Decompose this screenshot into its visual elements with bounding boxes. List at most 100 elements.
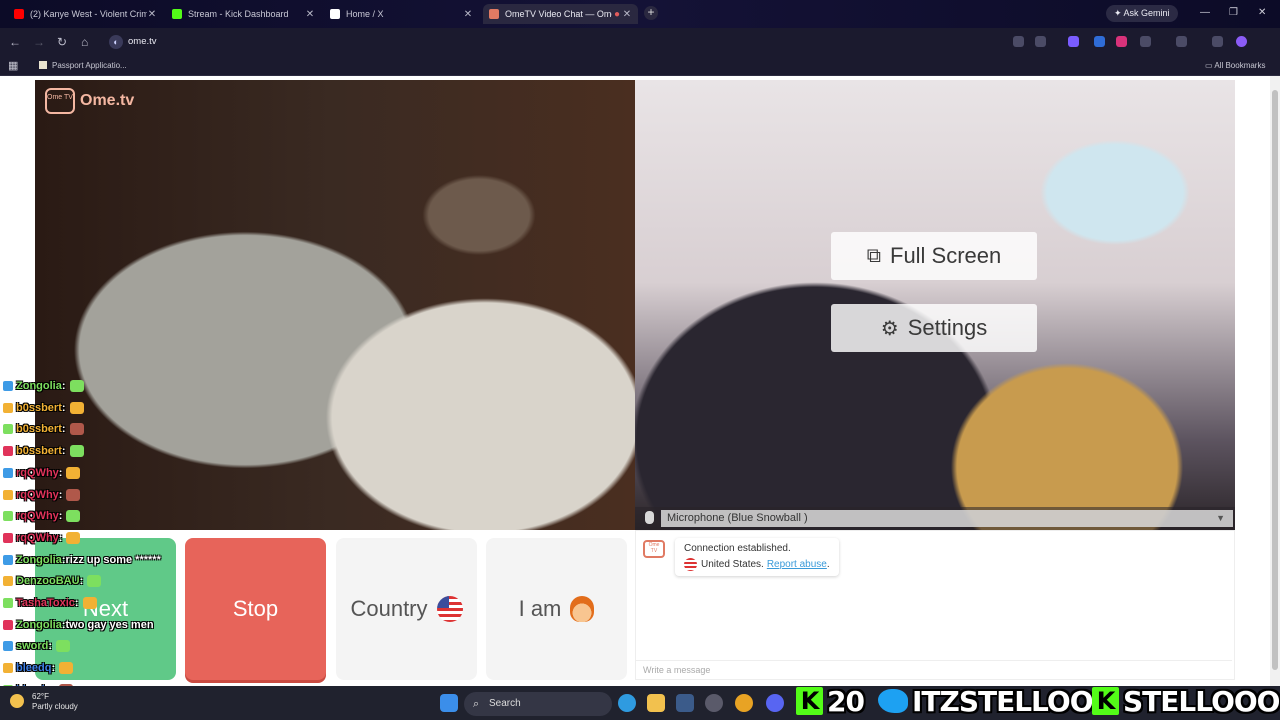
chat-separator: : [58, 489, 63, 501]
tab-youtube[interactable]: (2) Kanye West - Violent Crimes ✕ [8, 4, 163, 24]
chat-username: TashaToxic [16, 597, 75, 609]
edge-icon[interactable] [618, 694, 636, 712]
ometv-logo: Ome TV Ome.tv [45, 88, 134, 114]
chat-username: bleedq [16, 662, 52, 674]
tab-ometv[interactable]: OmeTV Video Chat — Ome ● ✕ [483, 4, 638, 24]
steam-icon[interactable] [676, 694, 694, 712]
all-bookmarks-label: All Bookmarks [1214, 61, 1266, 70]
stream-chat-message: rqQWhy : [3, 467, 81, 479]
file-explorer-icon[interactable] [647, 694, 665, 712]
ometv-chat-icon: Ome TV [643, 540, 665, 558]
message-input[interactable]: Write a message [636, 660, 1232, 678]
close-icon[interactable]: ✕ [147, 9, 157, 20]
user-badge-icon [3, 424, 13, 434]
chat-separator: : [74, 597, 79, 609]
all-bookmarks[interactable]: ▭ All Bookmarks [1205, 61, 1265, 70]
home-icon[interactable]: ⌂ [81, 35, 88, 49]
stream-chat-message: Zongolia : rizz up some ****** [3, 554, 161, 566]
twitter-bird-icon [878, 689, 908, 713]
stranger-video [35, 80, 635, 530]
stream-chat-message: sword : [3, 640, 71, 652]
chat-separator: : [61, 445, 66, 457]
tab-title: OmeTV Video Chat — Ome [505, 9, 612, 19]
close-window-icon[interactable]: ✕ [1258, 7, 1266, 18]
reload-icon[interactable]: ↻ [57, 35, 67, 49]
chat-username: rqQWhy [16, 510, 59, 522]
taskbar-search[interactable]: ⌕ Search [464, 692, 612, 716]
bookmark-label: Passport Applicatio... [52, 61, 127, 70]
chat-separator: : [58, 510, 63, 522]
bookmark-star-icon[interactable] [1035, 36, 1046, 47]
sidebar-icon[interactable] [1176, 36, 1187, 47]
new-tab-button[interactable]: + [644, 6, 658, 20]
page-scrollbar[interactable] [1270, 76, 1280, 686]
address-bar[interactable]: ◐ ome.tv [102, 32, 1058, 53]
extension-icon[interactable] [1094, 36, 1105, 47]
kick-icon [172, 9, 182, 19]
chat-username: rqQWhy [16, 467, 59, 479]
media-icon[interactable] [1212, 36, 1223, 47]
kick-viewer-count: K 20 [796, 684, 865, 718]
gender-button[interactable]: I am [486, 538, 627, 680]
discord-icon[interactable] [766, 694, 784, 712]
close-icon[interactable]: ✕ [305, 9, 315, 20]
bookmark-passport[interactable]: Passport Applicatio... [39, 61, 127, 70]
forward-icon[interactable]: → [33, 35, 45, 49]
extension-icon[interactable] [1116, 36, 1127, 47]
connection-status-text: Connection established. [684, 543, 791, 554]
chat-username: DenzooBAU [16, 575, 80, 587]
puzzle-icon[interactable] [1140, 36, 1151, 47]
stream-chat-message: rqQWhy : [3, 510, 81, 522]
full-screen-button[interactable]: ⧉ Full Screen [831, 232, 1037, 280]
site-info-icon[interactable]: ◐ [109, 35, 123, 49]
user-badge-icon [3, 446, 13, 456]
close-icon[interactable]: ✕ [463, 9, 473, 20]
minimize-icon[interactable]: — [1200, 7, 1210, 18]
settings-app-icon[interactable] [705, 694, 723, 712]
chrome-icon[interactable] [735, 694, 753, 712]
extension-icon[interactable] [1068, 36, 1079, 47]
stream-chat-message: Zongolia : two gay yes men [3, 619, 154, 631]
fullscreen-icon: ⧉ [866, 244, 881, 267]
windows-start-icon[interactable] [440, 694, 458, 712]
ometv-logo-text: Ome.tv [80, 92, 135, 109]
settings-button[interactable]: ⚙ Settings [831, 304, 1037, 352]
chat-username: Zongolia [16, 380, 62, 392]
user-badge-icon [3, 620, 13, 630]
microphone-icon [645, 511, 654, 524]
country-button[interactable]: Country [336, 538, 477, 680]
stream-chat-message: rqQWhy : [3, 489, 81, 501]
apps-grid-icon[interactable]: ▦ [8, 59, 18, 72]
folder-icon: ▭ [1205, 61, 1215, 70]
user-badge-icon [3, 533, 13, 543]
stream-chat-message: TashaToxic : [3, 597, 97, 609]
tab-kick-dashboard[interactable]: Stream - Kick Dashboard ✕ [166, 4, 321, 24]
weather-widget[interactable]: 62°F Partly cloudy [10, 692, 78, 712]
profile-avatar[interactable] [1236, 36, 1247, 47]
chat-separator: : [48, 640, 53, 652]
emote-icon [66, 467, 81, 479]
partner-country: United States. [701, 559, 764, 570]
back-icon[interactable]: ← [9, 35, 21, 49]
emote-icon [87, 575, 102, 587]
chat-username: rqQWhy [16, 532, 59, 544]
kick-handle: K STELLOOO [1092, 684, 1280, 718]
close-icon[interactable]: ✕ [622, 9, 632, 20]
emote-icon [69, 402, 84, 414]
emote-icon [69, 380, 84, 392]
us-flag-icon [436, 596, 463, 622]
emote-icon [59, 662, 74, 674]
ask-gemini-button[interactable]: ✦ Ask Gemini [1106, 5, 1178, 22]
tab-title: Stream - Kick Dashboard [188, 9, 289, 19]
tab-x-home[interactable]: Home / X ✕ [324, 4, 479, 24]
search-label: Search [489, 698, 521, 709]
microphone-select[interactable]: Microphone (Blue Snowball ) ▼ [661, 510, 1233, 527]
chat-username: rqQWhy [16, 489, 59, 501]
maximize-icon[interactable]: ❐ [1229, 7, 1238, 18]
report-abuse-link[interactable]: Report abuse [767, 559, 827, 570]
scrollbar-thumb[interactable] [1272, 90, 1278, 670]
emote-icon [66, 532, 81, 544]
microphone-bar: Microphone (Blue Snowball ) ▼ [635, 507, 1235, 530]
cast-icon[interactable] [1013, 36, 1024, 47]
stop-button[interactable]: Stop [185, 538, 326, 680]
